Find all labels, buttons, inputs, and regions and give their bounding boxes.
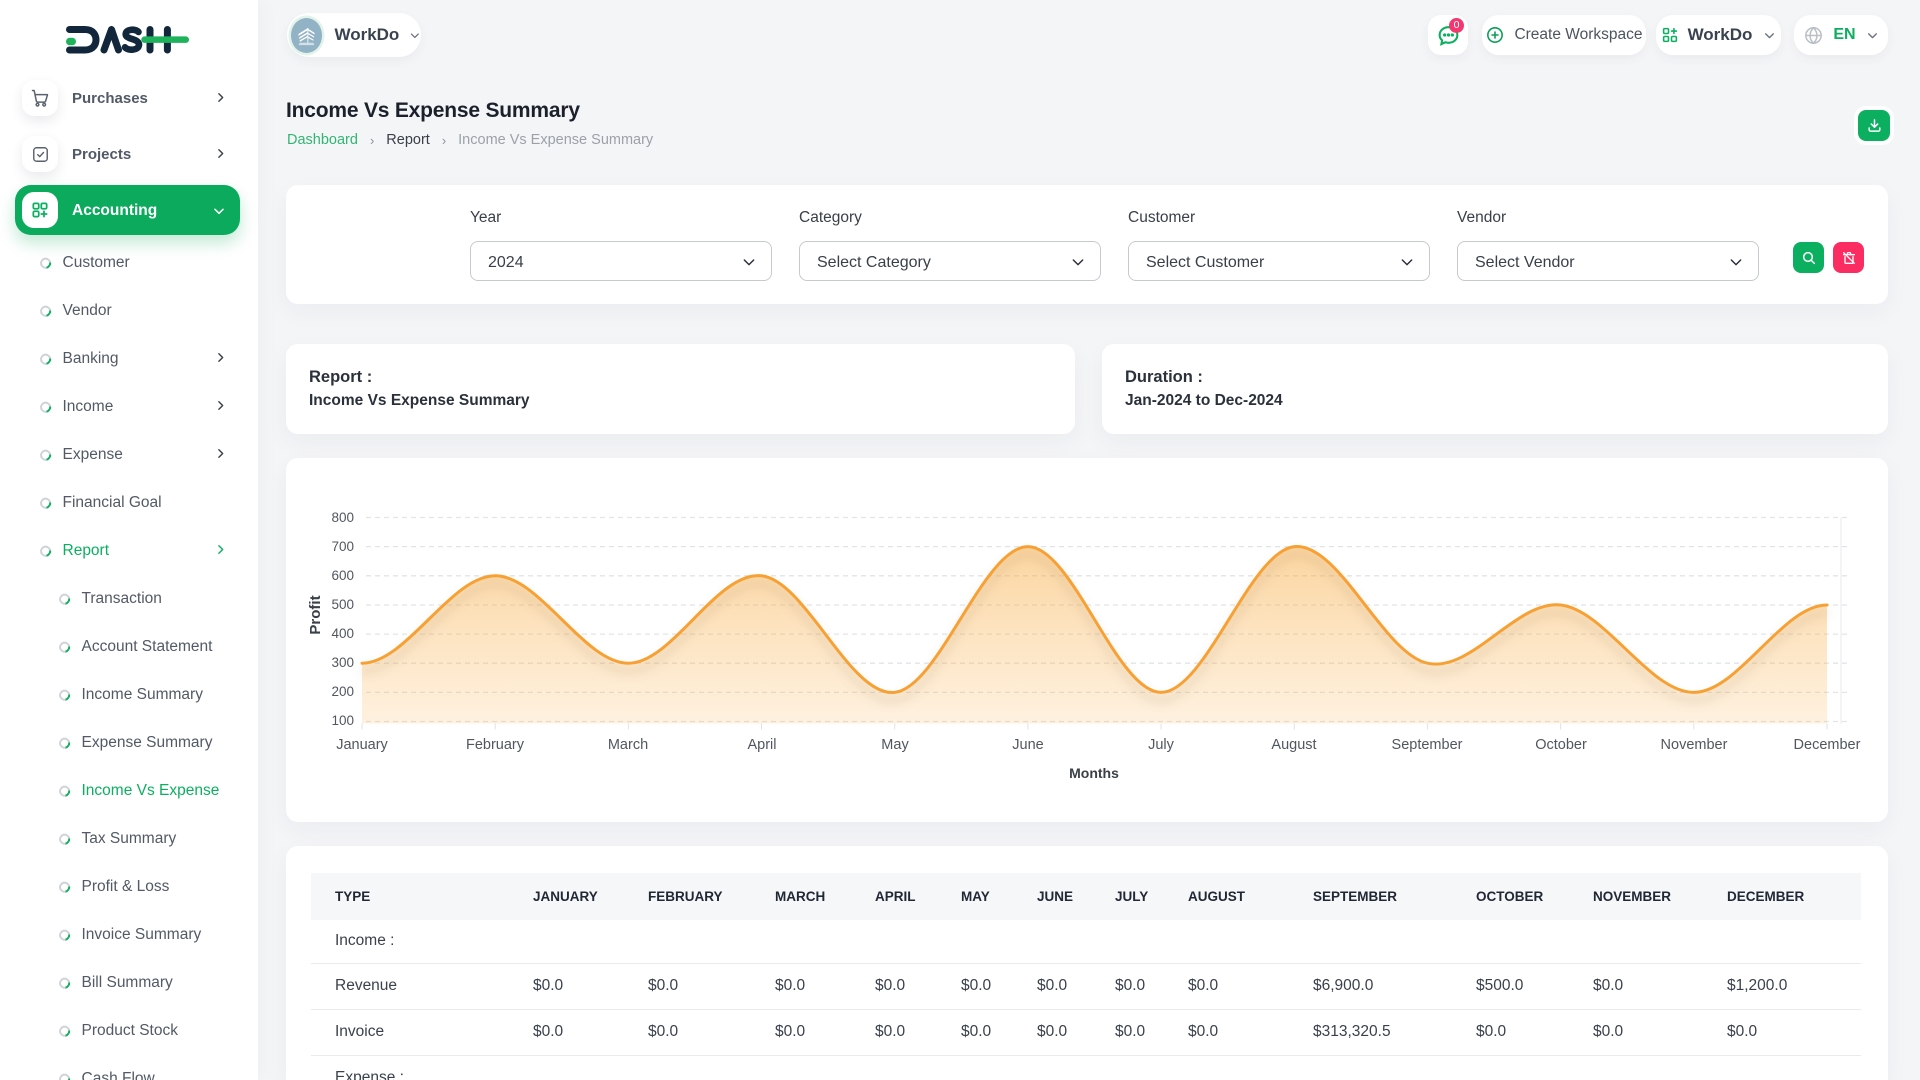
svg-text:June: June [1012,737,1043,753]
svg-text:April: April [747,737,776,753]
svg-text:200: 200 [331,684,354,699]
svg-text:Profit: Profit [307,595,324,634]
svg-text:December: December [1794,737,1861,753]
svg-text:March: March [608,737,648,753]
svg-text:Months: Months [1069,765,1119,781]
svg-text:800: 800 [331,510,354,525]
svg-text:July: July [1148,737,1175,753]
svg-text:400: 400 [331,626,354,641]
svg-text:100: 100 [331,713,354,728]
svg-text:February: February [466,737,525,753]
svg-text:500: 500 [331,597,354,612]
svg-text:300: 300 [331,655,354,670]
svg-text:August: August [1271,737,1316,753]
svg-text:May: May [881,737,909,753]
svg-text:October: October [1535,737,1587,753]
svg-text:700: 700 [331,539,354,554]
svg-text:January: January [336,737,388,753]
svg-text:September: September [1392,737,1463,753]
svg-text:November: November [1661,737,1728,753]
svg-text:600: 600 [331,568,354,583]
